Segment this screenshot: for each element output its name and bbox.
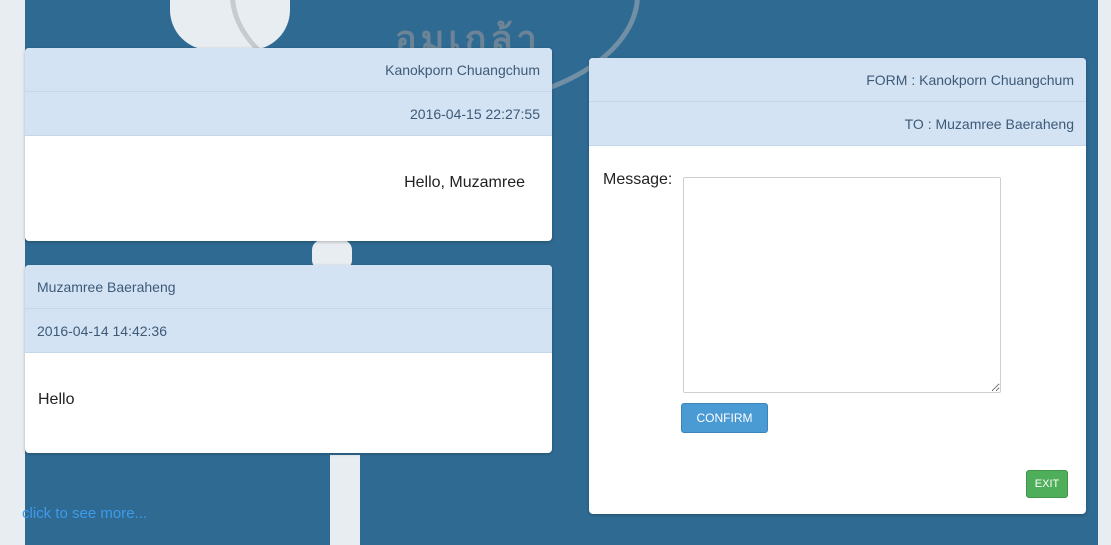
bg-silhouette-bottom (330, 455, 360, 545)
message-card: Muzamree Baeraheng 2016-04-14 14:42:36 H… (25, 265, 552, 453)
bg-silhouette-left (0, 0, 25, 545)
message-timestamp: 2016-04-14 14:42:36 (25, 309, 552, 353)
message-card: Kanokporn Chuangchum 2016-04-15 22:27:55… (25, 48, 552, 241)
message-label: Message: (603, 171, 673, 188)
confirm-button[interactable]: CONFIRM (681, 403, 768, 433)
message-text: Hello, Muzamree (404, 174, 525, 191)
message-sender: Kanokporn Chuangchum (25, 48, 552, 92)
bg-silhouette-right (1098, 0, 1111, 545)
exit-button[interactable]: EXIT (1026, 470, 1068, 498)
compose-to: TO : Muzamree Baeraheng (589, 102, 1086, 146)
message-text: Hello (38, 391, 75, 408)
compose-panel: FORM : Kanokporn Chuangchum TO : Muzamre… (589, 58, 1086, 514)
compose-from: FORM : Kanokporn Chuangchum (589, 58, 1086, 102)
message-input[interactable] (683, 177, 1001, 393)
message-timestamp: 2016-04-15 22:27:55 (25, 92, 552, 136)
message-sender: Muzamree Baeraheng (25, 265, 552, 309)
see-more-link[interactable]: click to see more... (22, 505, 147, 522)
